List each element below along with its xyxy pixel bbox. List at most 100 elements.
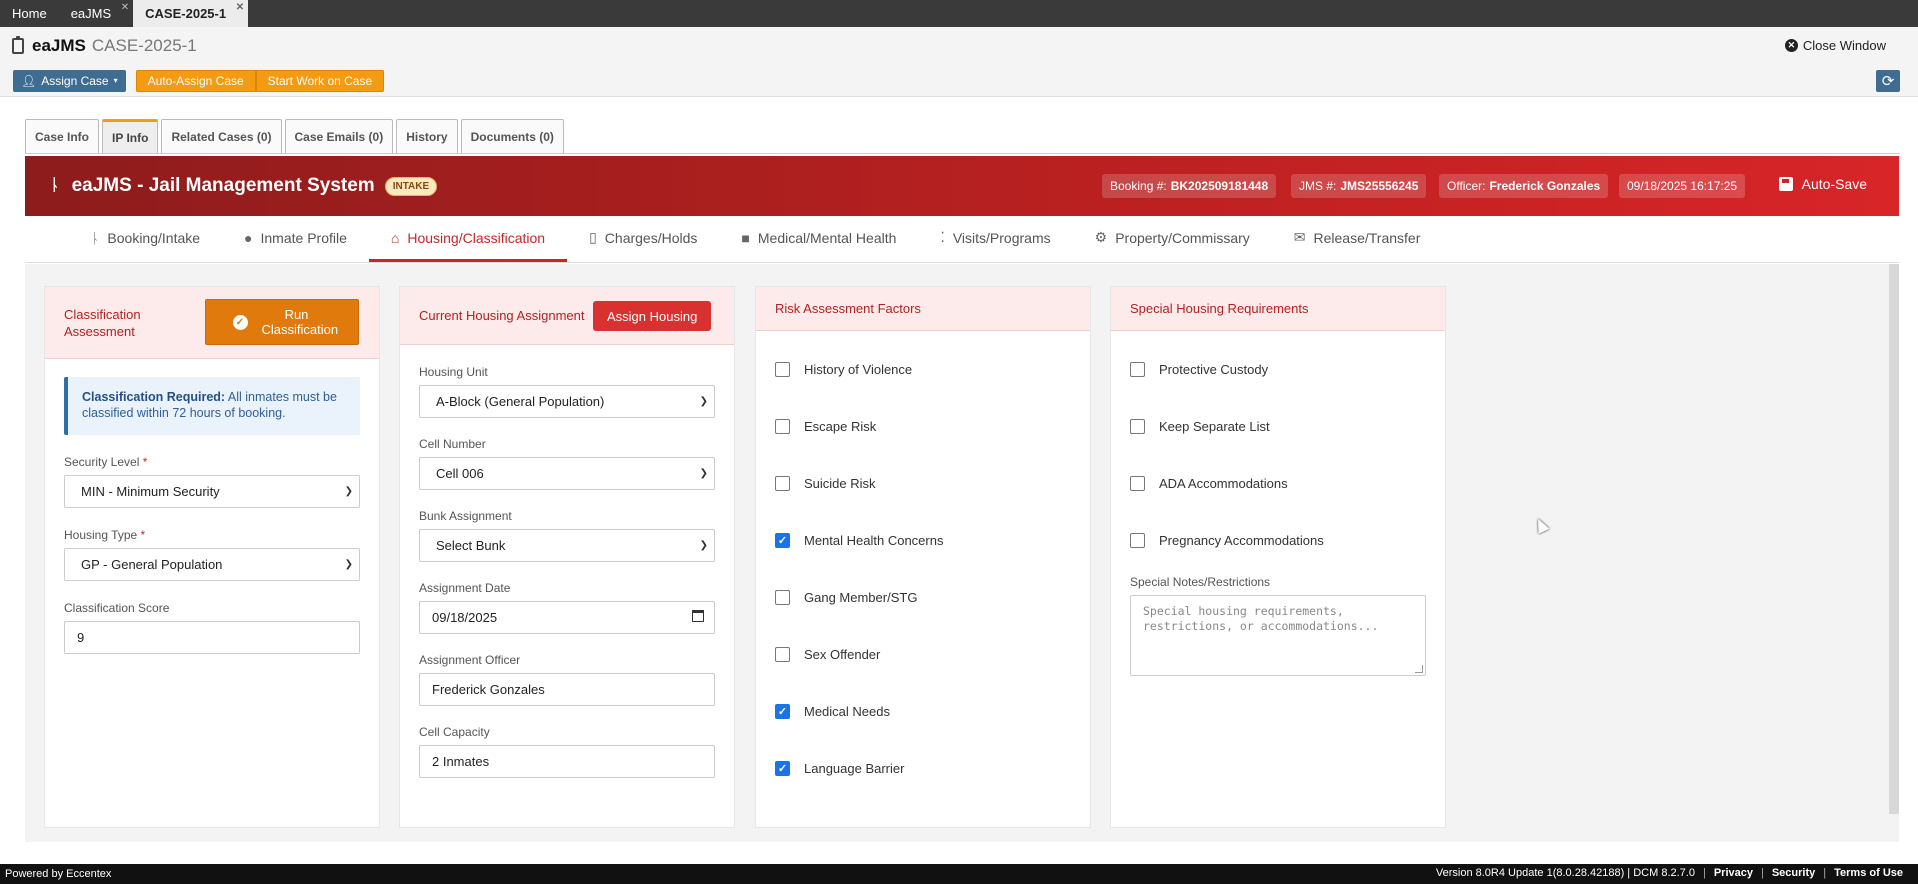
classification-card: Classification Assessment ✓ Run Classifi… bbox=[44, 286, 380, 828]
classification-score-input[interactable]: 9 bbox=[64, 621, 360, 654]
assignment-date-input[interactable]: 09/18/2025 bbox=[419, 601, 715, 634]
checkbox[interactable] bbox=[775, 647, 790, 662]
special-item-pregnancy[interactable]: Pregnancy Accommodations bbox=[1130, 512, 1426, 569]
tab-booking-intake[interactable]: ᚿ Booking/Intake bbox=[69, 216, 222, 262]
checkbox[interactable] bbox=[1130, 362, 1145, 377]
risk-item-medical-needs[interactable]: ✓ Medical Needs bbox=[775, 683, 1071, 740]
tab-visits-programs[interactable]: ⁚ Visits/Programs bbox=[918, 216, 1072, 262]
special-notes-textarea[interactable]: Special housing requirements, restrictio… bbox=[1130, 595, 1426, 676]
assign-housing-button[interactable]: Assign Housing bbox=[593, 301, 712, 331]
divider: | bbox=[1823, 867, 1827, 879]
risk-item-history-of-violence[interactable]: History of Violence bbox=[775, 341, 1071, 398]
tab-label: Property/Commissary bbox=[1115, 229, 1250, 246]
housing-title: Current Housing Assignment bbox=[419, 308, 585, 323]
checkbox[interactable] bbox=[775, 419, 790, 434]
risk-item-suicide-risk[interactable]: Suicide Risk bbox=[775, 455, 1071, 512]
assignment-officer-label: Assignment Officer bbox=[419, 653, 521, 667]
status-badge: INTAKE bbox=[384, 176, 438, 196]
risk-item-gang-member[interactable]: Gang Member/STG bbox=[775, 569, 1071, 626]
top-tab-eajms[interactable]: eaJMS ✕ bbox=[59, 0, 133, 27]
top-tab-home[interactable]: Home bbox=[0, 0, 59, 27]
risk-item-language-barrier[interactable]: ✓ Language Barrier bbox=[775, 740, 1071, 797]
special-item-protective-custody[interactable]: Protective Custody bbox=[1130, 341, 1426, 398]
tab-medical-mental-health[interactable]: ■ Medical/Mental Health bbox=[719, 216, 918, 262]
tab-inmate-profile[interactable]: ● Inmate Profile bbox=[222, 216, 369, 262]
check-circle-icon: ✓ bbox=[232, 314, 248, 330]
tab-case-emails[interactable]: Case Emails (0) bbox=[284, 119, 394, 153]
calendar-icon[interactable] bbox=[692, 610, 704, 622]
risk-item-escape-risk[interactable]: Escape Risk bbox=[775, 398, 1071, 455]
risk-title: Risk Assessment Factors bbox=[775, 301, 921, 316]
bunk-assignment-select[interactable]: Select Bunk ❯ bbox=[419, 529, 715, 562]
security-level-select[interactable]: MIN - Minimum Security ❯ bbox=[64, 475, 360, 508]
scrollbar[interactable] bbox=[1889, 264, 1899, 814]
refresh-icon[interactable]: ⟳ bbox=[1876, 70, 1900, 92]
checkbox[interactable] bbox=[1130, 533, 1145, 548]
housing-unit-select[interactable]: A-Block (General Population) ❯ bbox=[419, 385, 715, 418]
top-tab-case[interactable]: CASE-2025-1 ✕ bbox=[133, 0, 249, 27]
checkbox[interactable] bbox=[1130, 419, 1145, 434]
close-window-button[interactable]: ✕ Close Window bbox=[1784, 38, 1886, 53]
auto-assign-case-button[interactable]: Auto-Assign Case bbox=[135, 69, 256, 92]
datetime-pill: 09/18/2025 16:17:25 bbox=[1619, 174, 1746, 198]
cell-capacity-input[interactable]: 2 Inmates bbox=[419, 745, 715, 778]
privacy-link[interactable]: Privacy bbox=[1714, 867, 1753, 879]
top-tab-eajms-label: eaJMS bbox=[70, 6, 112, 21]
auto-save-button[interactable]: Auto-Save bbox=[1778, 176, 1867, 192]
title-bar: eaJMS CASE-2025-1 ✕ Close Window bbox=[0, 27, 1918, 65]
security-link[interactable]: Security bbox=[1772, 867, 1815, 879]
checkbox-checked[interactable]: ✓ bbox=[775, 533, 790, 548]
checkbox[interactable] bbox=[775, 590, 790, 605]
risk-item-mental-health[interactable]: ✓ Mental Health Concerns bbox=[775, 512, 1071, 569]
tab-housing-classification[interactable]: ⌂ Housing/Classification bbox=[368, 216, 568, 262]
housing-unit-label: Housing Unit bbox=[419, 365, 488, 379]
close-icon[interactable]: ✕ bbox=[121, 2, 129, 13]
housing-type-label-text: Housing Type bbox=[64, 528, 138, 542]
risk-label: Suicide Risk bbox=[804, 476, 876, 491]
assignment-officer-input[interactable]: Frederick Gonzales bbox=[419, 673, 715, 706]
clipboard-icon bbox=[12, 36, 24, 54]
run-classification-label: Run Classification bbox=[261, 307, 339, 337]
tab-related-cases[interactable]: Related Cases (0) bbox=[161, 119, 282, 153]
jms-number-pill: JMS #: JMS25556245 bbox=[1291, 174, 1427, 198]
checkbox[interactable] bbox=[775, 362, 790, 377]
risk-item-sex-offender[interactable]: Sex Offender bbox=[775, 626, 1071, 683]
risk-label: Sex Offender bbox=[804, 647, 881, 662]
booking-value: BK202509181448 bbox=[1170, 179, 1269, 193]
chevron-down-icon: ❯ bbox=[699, 540, 708, 551]
cell-number-label: Cell Number bbox=[419, 437, 486, 451]
tab-documents[interactable]: Documents (0) bbox=[460, 119, 564, 153]
tab-history[interactable]: History bbox=[396, 119, 458, 153]
bunk-assignment-value: Select Bunk bbox=[436, 538, 506, 553]
chevron-down-icon: ❯ bbox=[344, 486, 353, 497]
checkbox-checked[interactable]: ✓ bbox=[775, 704, 790, 719]
terms-link[interactable]: Terms of Use bbox=[1834, 867, 1903, 879]
resize-handle[interactable] bbox=[1415, 665, 1423, 673]
checkbox-checked[interactable]: ✓ bbox=[775, 761, 790, 776]
save-icon bbox=[1778, 177, 1793, 191]
checkbox[interactable] bbox=[775, 476, 790, 491]
tab-ip-info[interactable]: IP Info bbox=[102, 119, 159, 153]
checkbox[interactable] bbox=[1130, 476, 1145, 491]
cell-capacity-value: 2 Inmates bbox=[432, 754, 490, 769]
special-item-ada[interactable]: ADA Accommodations bbox=[1130, 455, 1426, 512]
tab-charges-holds[interactable]: ▯ Charges/Holds bbox=[567, 216, 719, 262]
tab-release-transfer[interactable]: ✉ Release/Transfer bbox=[1272, 216, 1443, 262]
special-header: Special Housing Requirements bbox=[1111, 287, 1445, 331]
close-icon[interactable]: ✕ bbox=[236, 2, 244, 13]
assign-case-label: Assign Case bbox=[41, 73, 109, 88]
cell-number-select[interactable]: Cell 006 ❯ bbox=[419, 457, 715, 490]
alert-title: Classification Required: bbox=[82, 390, 226, 404]
classification-score-label: Classification Score bbox=[64, 601, 170, 615]
run-classification-button[interactable]: ✓ Run Classification bbox=[205, 299, 359, 345]
bunk-assignment-label: Bunk Assignment bbox=[419, 509, 512, 523]
tab-property-commissary[interactable]: ⚙ Property/Commissary bbox=[1073, 216, 1272, 262]
special-item-keep-separate[interactable]: Keep Separate List bbox=[1130, 398, 1426, 455]
housing-type-select[interactable]: GP - General Population ❯ bbox=[64, 548, 360, 581]
start-work-button[interactable]: Start Work on Case bbox=[255, 69, 385, 92]
booking-label: Booking #: bbox=[1110, 179, 1167, 193]
assign-case-button[interactable]: 👤︎ Assign Case ▾ bbox=[13, 69, 126, 92]
tab-case-info[interactable]: Case Info bbox=[25, 119, 100, 153]
classification-alert: Classification Required: All inmates mus… bbox=[64, 377, 360, 435]
special-housing-card: Special Housing Requirements Protective … bbox=[1110, 286, 1446, 828]
